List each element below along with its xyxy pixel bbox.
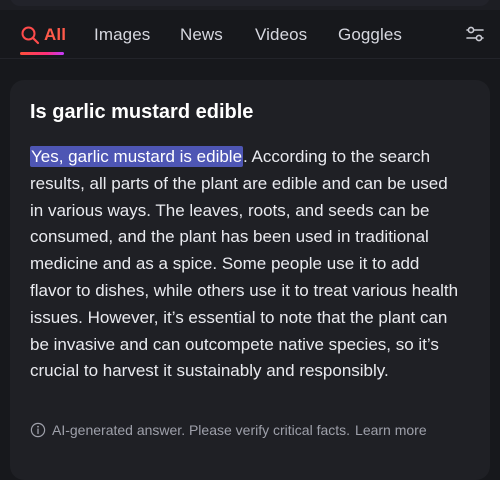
answer-highlight: Yes, garlic mustard is edible bbox=[30, 146, 244, 167]
info-icon bbox=[30, 422, 46, 438]
tab-images[interactable]: Images bbox=[94, 22, 150, 48]
search-bar-bottom-edge bbox=[10, 0, 490, 6]
tab-all[interactable]: All bbox=[20, 22, 66, 48]
tab-news[interactable]: News bbox=[180, 22, 223, 48]
tab-all-label: All bbox=[44, 25, 67, 44]
active-tab-underline bbox=[20, 52, 64, 55]
tab-news-label: News bbox=[180, 25, 223, 44]
search-icon bbox=[21, 26, 40, 45]
top-strip bbox=[0, 0, 500, 10]
learn-more-link[interactable]: Learn more bbox=[355, 422, 427, 438]
settings-sliders-icon[interactable] bbox=[465, 24, 485, 44]
tab-images-label: Images bbox=[94, 25, 151, 44]
answer-body: . According to the search results, all p… bbox=[30, 147, 459, 381]
disclaimer-text: AI-generated answer. Please verify criti… bbox=[52, 422, 351, 438]
tab-videos[interactable]: Videos bbox=[255, 22, 307, 48]
tab-videos-label: Videos bbox=[255, 25, 308, 44]
answer-question-title: Is garlic mustard edible bbox=[30, 101, 254, 123]
tab-goggles[interactable]: Goggles bbox=[338, 22, 402, 48]
answer-text: Yes, garlic mustard is edible. According… bbox=[30, 144, 460, 385]
ai-answer-card: Is garlic mustard edible Yes, garlic mus… bbox=[10, 80, 490, 480]
ai-disclaimer: AI-generated answer. Please verify criti… bbox=[30, 420, 470, 440]
search-tabs: All Images News Videos Goggles bbox=[0, 14, 500, 58]
tab-goggles-label: Goggles bbox=[338, 25, 403, 44]
tabs-divider bbox=[0, 58, 500, 59]
